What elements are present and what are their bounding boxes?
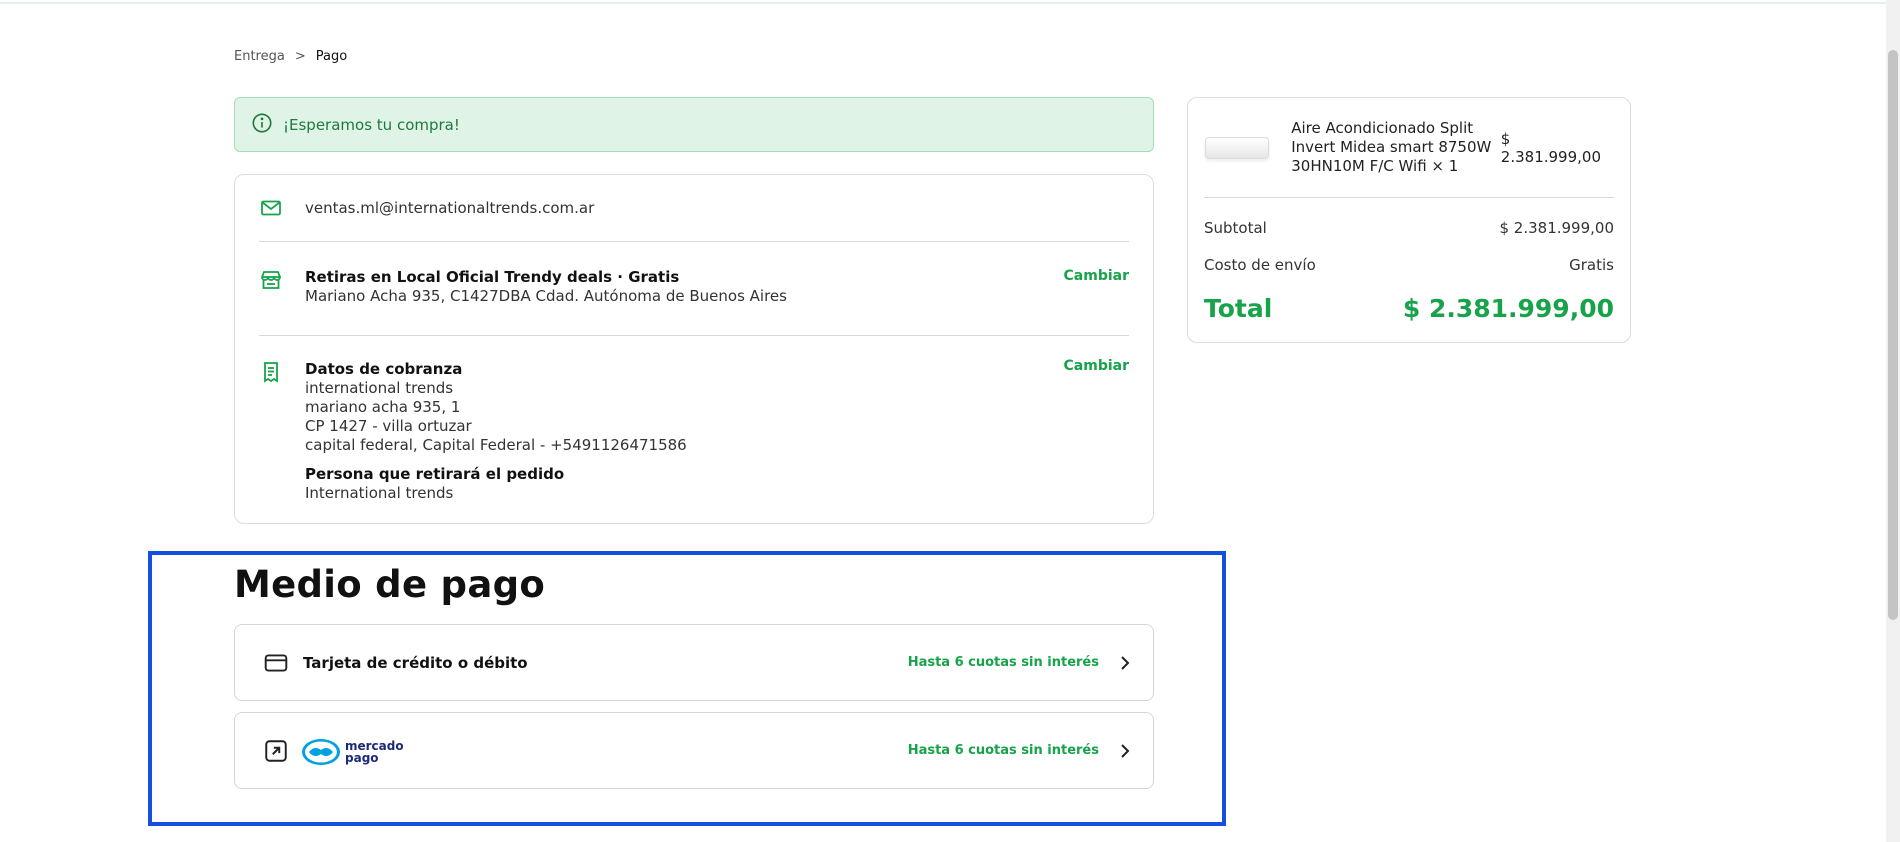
top-divider <box>0 0 1886 4</box>
total-row: Total $ 2.381.999,00 <box>1204 294 1614 323</box>
shipping-details: Retiras en Local Oficial Trendy deals · … <box>305 268 787 335</box>
chevron-right-icon <box>1117 655 1133 671</box>
mercado-pago-logo: mercado pago <box>301 734 411 768</box>
billing-details: Datos de cobranza international trends m… <box>305 360 687 503</box>
external-link-icon <box>263 738 289 764</box>
chevron-right-icon <box>1117 743 1133 759</box>
payment-option-card[interactable]: Tarjeta de crédito o débito Hasta 6 cuot… <box>234 624 1154 701</box>
contact-row: ventas.ml@internationaltrends.com.ar <box>259 175 1129 241</box>
billing-line: international trends <box>305 379 454 397</box>
total-label: Total <box>1204 294 1273 323</box>
installments-text: Hasta 6 cuotas sin interés <box>907 655 1099 670</box>
page-scrollbar[interactable] <box>1886 0 1900 842</box>
billing-line: CP 1427 - villa ortuzar <box>305 417 472 435</box>
subtotal-label: Subtotal <box>1204 219 1267 237</box>
shipping-row: Retiras en Local Oficial Trendy deals · … <box>259 241 1129 335</box>
breadcrumb-entrega[interactable]: Entrega <box>234 49 285 64</box>
billing-line: capital federal, Capital Federal - +5491… <box>305 436 687 454</box>
checkout-main: ¡Esperamos tu compra! ventas.ml@internat… <box>234 97 1154 524</box>
product-name: Aire Acondicionado Split Invert Midea sm… <box>1291 119 1492 175</box>
product-price: $ 2.381.999,00 <box>1500 129 1601 166</box>
breadcrumb-pago: Pago <box>315 49 348 64</box>
billing-title: Datos de cobranza <box>305 360 463 378</box>
installments-text: Hasta 6 cuotas sin interés <box>907 743 1099 758</box>
billing-line: mariano acha 935, 1 <box>305 398 461 416</box>
payment-method-section: Medio de pago Tarjeta de crédito o débit… <box>148 551 1226 826</box>
payment-option-label: Tarjeta de crédito o débito <box>303 653 528 672</box>
total-value: $ 2.381.999,00 <box>1402 294 1614 323</box>
billing-row: Datos de cobranza international trends m… <box>259 335 1129 503</box>
payment-option-mercadopago[interactable]: mercado pago Hasta 6 cuotas sin interés <box>234 712 1154 789</box>
mp-logo-line2: pago <box>345 751 379 765</box>
notice-text: ¡Esperamos tu compra! <box>283 115 460 134</box>
shipping-title: Retiras en Local Oficial Trendy deals · … <box>305 268 680 286</box>
order-info-card: ventas.ml@internationaltrends.com.ar Ret… <box>234 174 1154 524</box>
store-icon <box>259 268 285 335</box>
shipping-cost-label: Costo de envío <box>1204 256 1316 274</box>
change-billing-link[interactable]: Cambiar <box>1064 358 1129 374</box>
change-shipping-link[interactable]: Cambiar <box>1064 268 1129 284</box>
mail-icon <box>259 196 285 220</box>
notice-banner: ¡Esperamos tu compra! <box>234 97 1154 152</box>
product-row: Aire Acondicionado Split Invert Midea sm… <box>1204 98 1614 198</box>
shipping-cost-row: Costo de envío Gratis <box>1204 256 1614 274</box>
receipt-icon <box>259 360 285 503</box>
subtotal-row: Subtotal $ 2.381.999,00 <box>1204 219 1614 237</box>
scrollbar-thumb[interactable] <box>1888 50 1898 620</box>
product-image <box>1204 115 1269 181</box>
shipping-address: Mariano Acha 935, C1427DBA Cdad. Autónom… <box>305 287 787 305</box>
shipping-cost-value: Gratis <box>1569 256 1614 274</box>
pickup-person-title: Persona que retirará el pedido <box>305 465 565 483</box>
subtotal-value: $ 2.381.999,00 <box>1499 219 1614 237</box>
payment-title: Medio de pago <box>234 563 546 606</box>
contact-email: ventas.ml@internationaltrends.com.ar <box>305 199 595 217</box>
info-icon <box>251 112 273 138</box>
credit-card-icon <box>263 650 289 676</box>
pickup-person-name: International trends <box>305 484 454 502</box>
breadcrumb-separator: > <box>294 49 306 64</box>
breadcrumb: Entrega > Pago <box>234 49 347 64</box>
order-summary: Aire Acondicionado Split Invert Midea sm… <box>1187 97 1631 343</box>
